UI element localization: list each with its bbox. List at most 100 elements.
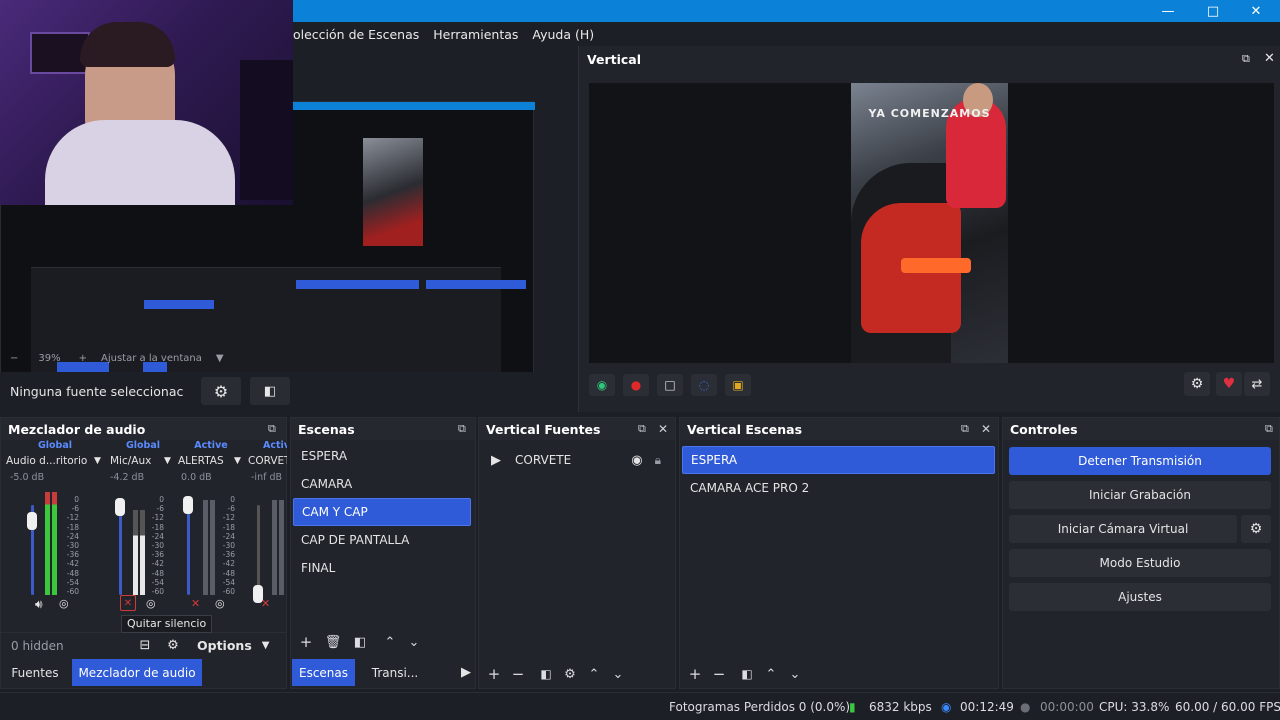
eye-icon[interactable]: ◉ <box>631 453 642 468</box>
chevron-down-icon[interactable]: ⌄ <box>606 663 630 685</box>
add-icon[interactable]: + <box>482 663 506 685</box>
source-name: CORVETE <box>515 453 572 467</box>
volume-fader[interactable] <box>119 505 122 595</box>
source-item[interactable]: ▶ CORVETE ◉ 🔒︎ <box>479 446 675 474</box>
close-icon[interactable]: ✕ <box>658 422 668 436</box>
volume-fader[interactable] <box>187 505 190 595</box>
menu-help[interactable]: Ayuda (H) <box>532 27 594 42</box>
share-icon[interactable]: ⇄ <box>1244 372 1270 396</box>
vertical-scene-item[interactable]: ESPERA <box>682 446 995 474</box>
scene-item[interactable]: CAM Y CAP <box>293 498 471 526</box>
minimize-icon[interactable]: — <box>1148 0 1188 22</box>
mute-speaker-icon[interactable]: ✕ <box>261 597 270 610</box>
lock-icon[interactable]: 🔒︎ <box>655 453 661 468</box>
stream-icon[interactable]: ◉ <box>589 374 615 396</box>
float-icon[interactable]: ⧉ <box>961 422 969 436</box>
vertical-scene-item[interactable]: CAMARA ACE PRO 2 <box>682 474 995 502</box>
tab-sources[interactable]: Fuentes <box>4 659 66 686</box>
channel-status: Global <box>37 440 73 451</box>
stop-icon[interactable]: □ <box>657 374 683 396</box>
menu-tools[interactable]: Herramientas <box>433 27 518 42</box>
close-icon[interactable]: ✕ <box>981 422 991 436</box>
chevron-down-icon[interactable]: ▼ <box>262 640 270 651</box>
chevron-up-icon[interactable]: ⌃ <box>378 631 402 653</box>
volume-fader[interactable] <box>257 505 260 595</box>
vertical-sources-toolbar: + − ◧ ⚙ ⌃ ⌄ <box>482 662 672 686</box>
speaker-icon[interactable]: 🔊︎ <box>35 597 43 612</box>
tab-transitions[interactable]: Transi... <box>362 659 428 686</box>
maximize-icon[interactable]: □ <box>1193 0 1233 22</box>
add-icon[interactable]: + <box>683 663 707 685</box>
settings-button[interactable]: Ajustes <box>1009 583 1271 611</box>
start-virtual-camera-button[interactable]: Iniciar Cámara Virtual <box>1009 515 1237 543</box>
gear-icon[interactable]: ⚙ <box>1184 372 1210 396</box>
stop-streaming-button[interactable]: Detener Transmisión <box>1009 447 1271 475</box>
virtualcam-icon[interactable]: ▣ <box>725 374 751 396</box>
gear-icon[interactable]: ⚙ <box>558 663 582 685</box>
remove-icon[interactable]: − <box>506 663 530 685</box>
mute-speaker-icon[interactable]: ✕ <box>191 597 200 610</box>
play-icon[interactable]: ▶ <box>457 659 475 686</box>
filters-icon[interactable]: ◧ <box>250 377 290 405</box>
float-icon[interactable]: ⧉ <box>268 422 276 436</box>
record-icon[interactable]: ● <box>623 374 649 396</box>
headphones-icon[interactable]: ◎ <box>146 597 156 610</box>
zoom-out-button[interactable]: − <box>10 353 18 364</box>
chevron-down-icon[interactable]: ▼ <box>94 456 101 466</box>
float-icon[interactable]: ⧉ <box>1242 52 1250 66</box>
float-icon[interactable]: ⧉ <box>1265 422 1273 436</box>
gear-icon[interactable]: ⚙ <box>159 638 187 653</box>
chevron-down-icon[interactable]: ▼ <box>234 456 241 466</box>
close-icon[interactable]: ✕ <box>1236 0 1276 22</box>
chevron-down-icon[interactable]: ▼ <box>164 456 171 466</box>
gear-icon[interactable]: ⚙ <box>201 377 241 405</box>
scene-item[interactable]: CAMARA <box>293 470 471 498</box>
chevron-up-icon[interactable]: ⌃ <box>759 663 783 685</box>
filters-icon[interactable]: ◧ <box>735 663 759 685</box>
vertical-scenes-list: ESPERA CAMARA ACE PRO 2 <box>680 440 998 502</box>
play-icon[interactable]: ▶ <box>491 453 501 468</box>
title-bar: — □ ✕ <box>293 0 1280 22</box>
remove-icon[interactable]: − <box>707 663 731 685</box>
headphones-icon[interactable]: ◎ <box>59 597 69 610</box>
trash-icon[interactable]: 🗑︎ <box>321 631 345 653</box>
vertical-canvas[interactable]: YA COMENZAMOS <box>589 83 1274 363</box>
zoom-in-button[interactable]: + <box>79 353 87 364</box>
chevron-down-icon[interactable]: ⌄ <box>783 663 807 685</box>
fader-knob[interactable] <box>183 496 193 514</box>
start-recording-button[interactable]: Iniciar Grabación <box>1009 481 1271 509</box>
scene-item[interactable]: CAP DE PANTALLA <box>293 526 471 554</box>
tab-audio-mixer[interactable]: Mezclador de audio <box>72 659 202 686</box>
mute-speaker-icon[interactable]: ✕ <box>120 595 136 611</box>
float-icon[interactable]: ⧉ <box>638 422 646 436</box>
channel-status: Global <box>125 440 161 451</box>
chevron-down-icon[interactable]: ▼ <box>216 353 224 364</box>
scene-item[interactable]: ESPERA <box>293 442 471 470</box>
fader-knob[interactable] <box>115 498 125 516</box>
controls-buttons: Detener Transmisión Iniciar Grabación In… <box>1003 440 1279 611</box>
filters-icon[interactable]: ◧ <box>348 631 372 653</box>
add-icon[interactable]: + <box>294 631 318 653</box>
float-icon[interactable]: ⧉ <box>458 422 466 436</box>
close-icon[interactable]: ✕ <box>1264 51 1275 66</box>
chevron-down-icon[interactable]: ⌄ <box>402 631 426 653</box>
layout-icon[interactable]: ⊟ <box>131 638 159 653</box>
overlay-text: YA COMENZAMOS <box>868 107 991 120</box>
replay-icon[interactable]: ◌ <box>691 374 717 396</box>
headphones-icon[interactable]: ◎ <box>215 597 225 610</box>
gear-icon[interactable]: ⚙ <box>1241 515 1271 543</box>
chevron-up-icon[interactable]: ⌃ <box>582 663 606 685</box>
filters-icon[interactable]: ◧ <box>534 663 558 685</box>
channel-db: -5.0 dB <box>10 472 45 483</box>
options-button[interactable]: Options <box>197 638 252 653</box>
heart-icon[interactable]: ♥ <box>1216 372 1242 396</box>
channel-name: ALERTAS <box>178 455 224 467</box>
tab-scenes[interactable]: Escenas <box>292 659 355 686</box>
webcam-overlay <box>0 0 293 205</box>
menu-scene-collection[interactable]: olección de Escenas <box>293 27 419 42</box>
fader-knob[interactable] <box>27 512 37 530</box>
studio-mode-button[interactable]: Modo Estudio <box>1009 549 1271 577</box>
fit-window-label[interactable]: Ajustar a la ventana <box>101 353 202 364</box>
channel-status: Activ <box>263 440 287 451</box>
scene-item[interactable]: FINAL <box>293 554 471 582</box>
